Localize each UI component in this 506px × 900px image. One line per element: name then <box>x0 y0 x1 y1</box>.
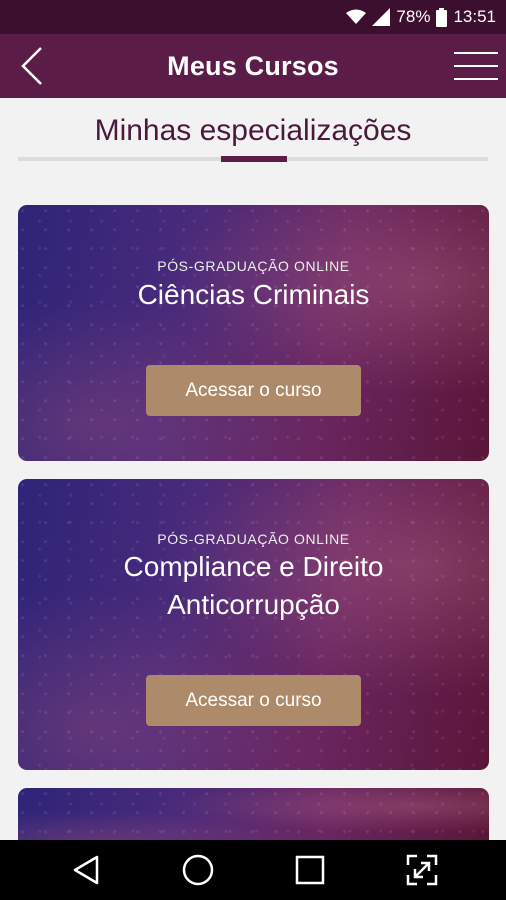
signal-icon <box>372 8 391 26</box>
course-kicker: PÓS-GRADUAÇÃO ONLINE <box>157 258 350 274</box>
access-course-button[interactable]: Acessar o curso <box>146 365 361 416</box>
section-title: Minhas especializações <box>94 114 412 147</box>
back-triangle-icon <box>73 855 99 885</box>
nav-recents-button[interactable] <box>290 850 330 890</box>
recents-square-icon <box>295 855 325 885</box>
course-title-line-1: Compliance e Direito <box>123 551 384 582</box>
menu-button[interactable] <box>452 42 500 90</box>
clock: 13:51 <box>453 7 496 26</box>
battery-icon <box>436 7 448 27</box>
nav-fullscreen-button[interactable] <box>402 850 442 890</box>
access-course-button[interactable]: Acessar o curso <box>146 675 361 726</box>
battery-percent: 78% <box>396 7 431 26</box>
course-title-line-2: Anticorrupção <box>167 589 340 620</box>
course-card[interactable]: PÓS-GRADUAÇÃO ONLINE Compliance e Direit… <box>18 479 489 770</box>
course-card[interactable]: PÓS-GRADUAÇÃO ONLINE Ciências Criminais … <box>18 205 489 461</box>
wifi-icon <box>346 9 367 25</box>
nav-back-button[interactable] <box>66 850 106 890</box>
app-bar: Meus Cursos <box>0 34 506 98</box>
course-kicker: PÓS-GRADUAÇÃO ONLINE <box>157 531 350 547</box>
navigation-bar <box>0 840 506 900</box>
home-circle-icon <box>182 854 214 886</box>
status-icons: 78% 13:51 <box>346 0 496 34</box>
section-tab-indicator <box>221 156 287 162</box>
menu-icon-line <box>454 78 498 80</box>
page-title: Meus Cursos <box>167 50 339 81</box>
course-title: Ciências Criminais <box>137 279 370 310</box>
status-bar: 78% 13:51 <box>0 0 506 34</box>
menu-icon-line <box>454 52 498 54</box>
course-card[interactable] <box>18 788 489 848</box>
menu-icon-line <box>454 65 498 67</box>
fullscreen-icon <box>406 854 438 886</box>
nav-home-button[interactable] <box>178 850 218 890</box>
